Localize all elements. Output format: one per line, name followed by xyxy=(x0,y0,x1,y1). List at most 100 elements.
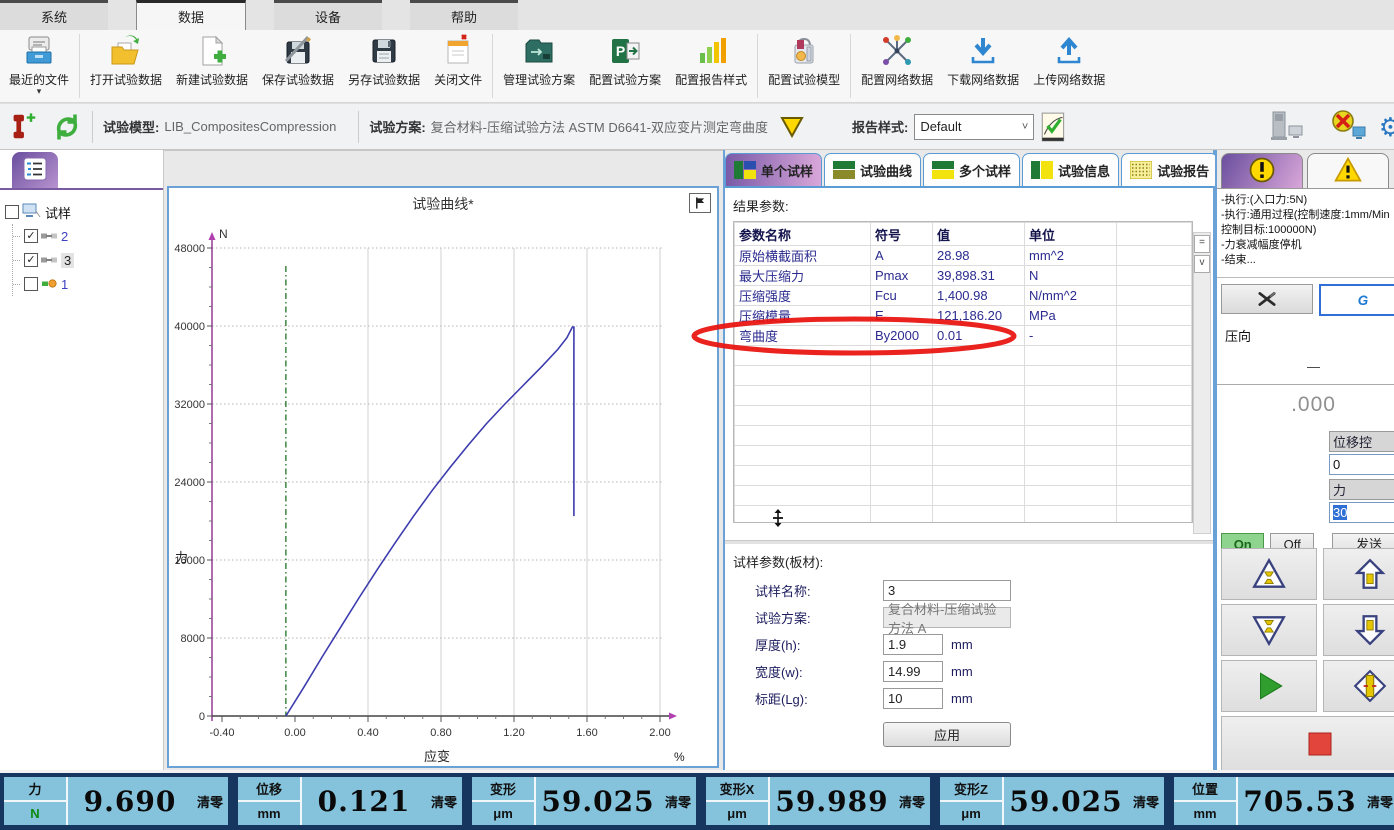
up-arrow-icon xyxy=(1352,556,1388,592)
results-empty-row xyxy=(735,486,1192,506)
report-preview-icon[interactable] xyxy=(1040,111,1068,143)
return-button[interactable] xyxy=(1323,660,1394,712)
manage-scheme-button[interactable]: 管理试验方案 xyxy=(496,30,582,102)
ribbon-separator xyxy=(492,34,493,98)
results-row[interactable]: 弯曲度By20000.01- xyxy=(735,326,1192,346)
config-network-button[interactable]: 配置网络数据 xyxy=(854,30,940,102)
results-cell xyxy=(1117,286,1192,306)
download-network-button[interactable]: 下载网络数据 xyxy=(940,30,1026,102)
tab-process-status[interactable] xyxy=(1221,153,1303,188)
form-input-4[interactable]: 14.99 xyxy=(883,661,943,682)
tab-specimen-list[interactable] xyxy=(12,152,58,188)
force-strain-chart[interactable]: 080001600024000320004000048000-0.400.000… xyxy=(169,214,717,773)
tab-4[interactable]: 试验信息 xyxy=(1022,153,1119,186)
open-data-button[interactable]: 打开试验数据 xyxy=(83,30,169,102)
results-row[interactable]: 原始横截面积A28.98mm^2 xyxy=(735,246,1192,266)
zero-button[interactable]: 清零 xyxy=(660,777,696,825)
tab-2[interactable]: 试验曲线 xyxy=(824,153,921,186)
config-scheme-button[interactable]: P配置试验方案 xyxy=(582,30,668,102)
results-cell: 最大压缩力 xyxy=(735,266,871,286)
specimen-checkbox[interactable]: ✓ xyxy=(24,253,38,267)
form-input-5[interactable]: 10 xyxy=(883,688,943,709)
specimen-tree-panel: 试样✓2✓31 xyxy=(0,150,164,770)
panel-splitter[interactable] xyxy=(725,540,1213,544)
apply-button[interactable]: 应用 xyxy=(883,722,1011,747)
new-data-icon xyxy=(195,33,229,69)
form-label: 标距(Lg): xyxy=(755,689,883,708)
specimen-label: 3 xyxy=(61,253,74,268)
splitter-grip[interactable]: = xyxy=(1194,235,1210,253)
results-cell: By2000 xyxy=(871,326,933,346)
zero-button[interactable]: 清零 xyxy=(894,777,930,825)
fast-down-button[interactable] xyxy=(1221,604,1317,656)
gear-icon[interactable]: ⚙ xyxy=(1379,112,1394,143)
tree-item-specimen-1[interactable]: 1 xyxy=(13,272,161,296)
svg-text:-0.40: -0.40 xyxy=(209,727,234,739)
tree-item-specimen-2[interactable]: ✓2 xyxy=(13,224,161,248)
specimen-checkbox[interactable]: ✓ xyxy=(24,229,38,243)
results-scrollbar[interactable]: = v xyxy=(1193,232,1211,534)
results-row[interactable]: 最大压缩力Pmax39,898.31N xyxy=(735,266,1192,286)
tab-3[interactable]: 多个试样 xyxy=(923,153,1020,186)
add-specimen-icon[interactable] xyxy=(8,111,38,143)
recent-files-icon xyxy=(22,33,56,69)
form-input-3[interactable]: 1.9 xyxy=(883,634,943,655)
report-style-icon xyxy=(694,33,728,69)
svg-text:1.20: 1.20 xyxy=(503,727,524,739)
tab-5[interactable]: 试验报告 xyxy=(1121,153,1218,186)
down-button[interactable] xyxy=(1323,604,1394,656)
menu-item-3[interactable]: 设备 xyxy=(274,0,382,30)
force-input[interactable]: 30 N xyxy=(1329,502,1394,523)
specimen-tree: 试样✓2✓31 xyxy=(0,190,163,296)
report-style-select[interactable]: Default ˅ xyxy=(914,114,1034,140)
upload-network-icon xyxy=(1052,33,1086,69)
save-data-button[interactable]: 保存试验数据 xyxy=(255,30,341,102)
saveas-data-button[interactable]: 另存试验数据 xyxy=(341,30,427,102)
connect-button[interactable]: G xyxy=(1319,284,1394,316)
new-data-button[interactable]: 新建试验数据 xyxy=(169,30,255,102)
menu-item-1[interactable]: 系统 xyxy=(0,0,108,30)
svg-text:应变: 应变 xyxy=(424,749,450,764)
up-button[interactable] xyxy=(1323,548,1394,600)
zero-button[interactable]: 清零 xyxy=(1362,777,1394,825)
channel-name: 位移 xyxy=(238,777,300,802)
displacement-input[interactable]: 0 mm xyxy=(1329,454,1394,475)
fast-up-button[interactable] xyxy=(1221,548,1317,600)
test-curve-chart-panel: 试验曲线* 080001600024000320004000048000-0.4… xyxy=(167,186,719,768)
warning-triangle-icon[interactable] xyxy=(780,116,804,138)
close-file-button[interactable]: 关闭文件 xyxy=(427,30,489,102)
tree-item-specimen-3[interactable]: ✓3 xyxy=(13,248,161,272)
start-test-button[interactable] xyxy=(1221,660,1317,712)
refresh-icon[interactable] xyxy=(52,112,82,142)
list-icon xyxy=(23,157,47,184)
test-model-value: LIB_CompositesCompression xyxy=(164,119,336,134)
saveas-data-icon xyxy=(367,33,401,69)
upload-network-button[interactable]: 上传网络数据 xyxy=(1026,30,1112,102)
root-checkbox[interactable] xyxy=(5,205,19,219)
menu-item-4[interactable]: 帮助 xyxy=(410,0,518,30)
scroll-down-button[interactable]: v xyxy=(1194,255,1210,273)
stop-button[interactable] xyxy=(1221,716,1394,772)
tree-root-specimens[interactable]: 试样 xyxy=(2,200,161,224)
channel-name: 变形X xyxy=(706,777,768,802)
results-cell: N xyxy=(1025,266,1117,286)
clamp-disabled-button[interactable] xyxy=(1221,284,1313,314)
tab-1[interactable]: 单个试样 xyxy=(725,153,822,186)
specimen-checkbox[interactable] xyxy=(24,277,38,291)
ribbon-button-label: 打开试验数据 xyxy=(90,71,162,88)
config-model-button[interactable]: 配置试验模型 xyxy=(761,30,847,102)
menu-item-2[interactable]: 数据 xyxy=(136,0,246,30)
results-row[interactable]: 压缩强度Fcu1,400.98N/mm^2 xyxy=(735,286,1192,306)
results-empty-row xyxy=(735,506,1192,524)
recent-files-button[interactable]: 最近的文件▾ xyxy=(2,30,76,102)
ribbon-button-label: 配置网络数据 xyxy=(861,71,933,88)
chart-flag-button[interactable] xyxy=(689,193,711,213)
zero-button[interactable]: 清零 xyxy=(426,777,462,825)
tab-alarms[interactable] xyxy=(1307,153,1389,188)
report-style-button[interactable]: 配置报告样式 xyxy=(668,30,754,102)
play-icon xyxy=(1251,668,1287,704)
zero-button[interactable]: 清零 xyxy=(192,777,228,825)
results-row[interactable]: 压缩模量E121,186.20MPa xyxy=(735,306,1192,326)
zero-button[interactable]: 清零 xyxy=(1128,777,1164,825)
direction-label: 压向 xyxy=(1225,326,1394,345)
